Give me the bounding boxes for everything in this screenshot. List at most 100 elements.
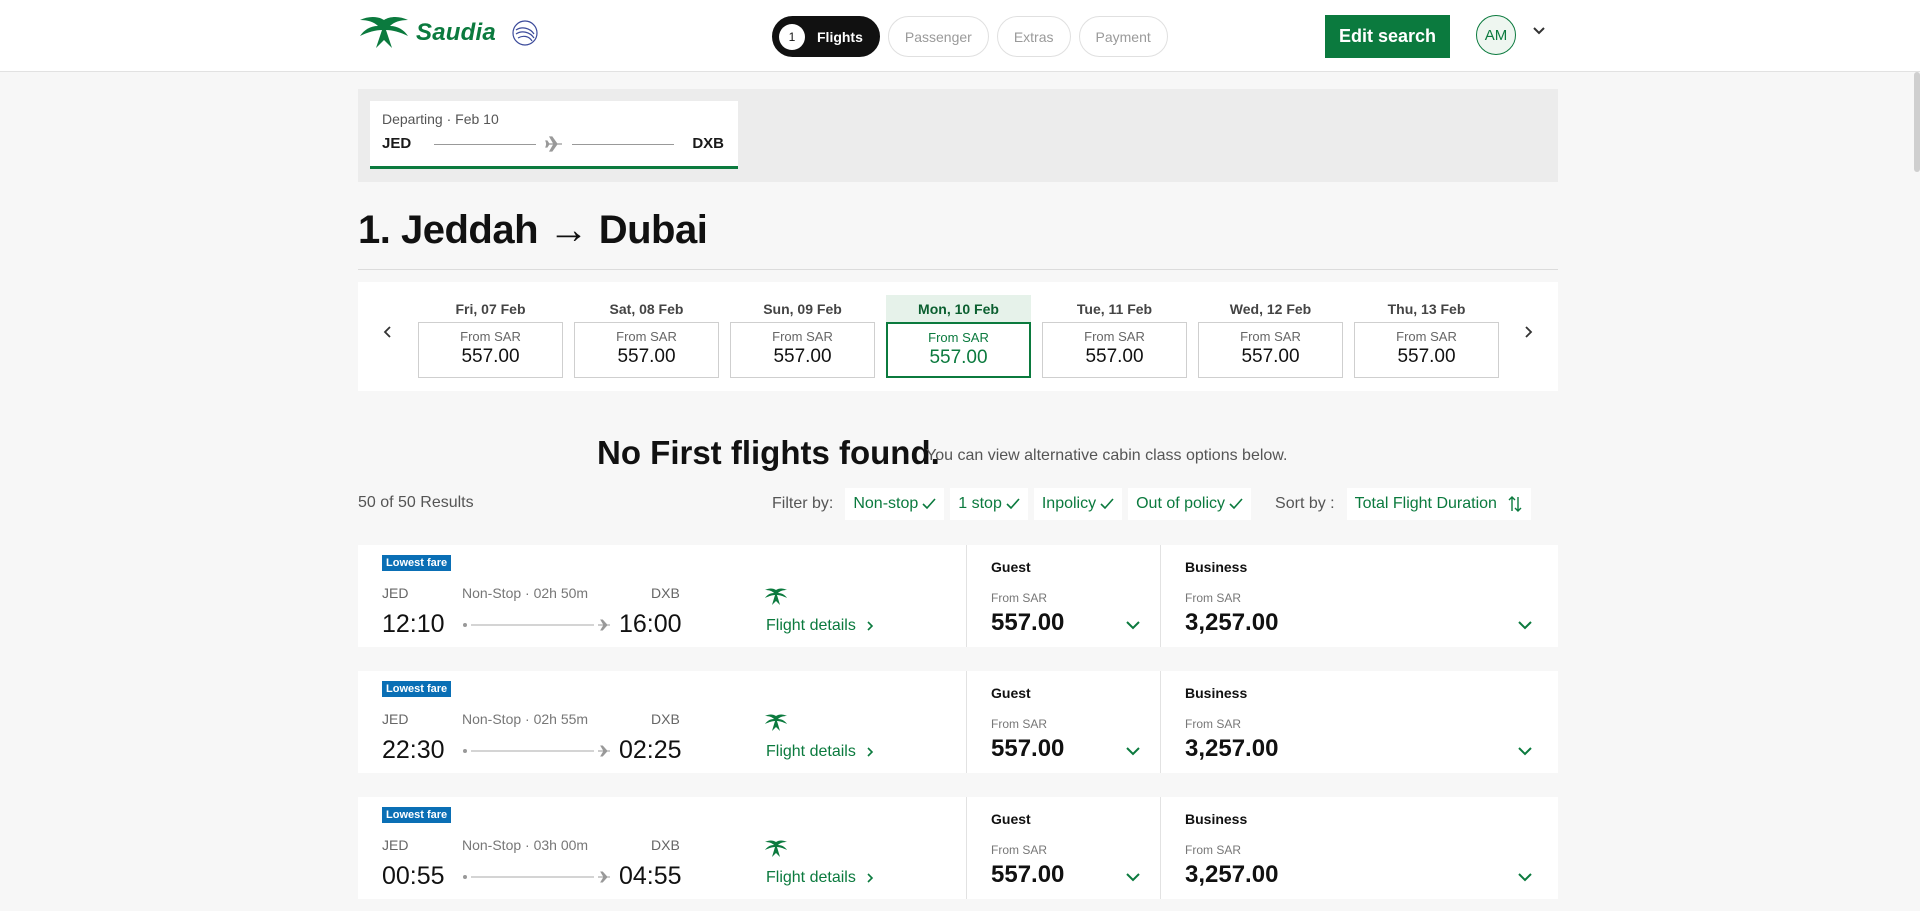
fare-option-business[interactable]: Business From SAR 3,257.00: [1160, 671, 1558, 773]
skyteam-icon: [512, 20, 538, 46]
chevron-down-icon[interactable]: [1125, 620, 1141, 630]
avatar[interactable]: AM: [1476, 15, 1516, 55]
departure-time: 00:55: [382, 862, 445, 890]
chevron-down-icon[interactable]: [1517, 746, 1533, 756]
fare-name: Business: [1185, 685, 1248, 701]
date-option[interactable]: Wed, 12 Feb From SAR 557.00: [1198, 295, 1343, 378]
date-fare-box[interactable]: From SAR 557.00: [886, 322, 1031, 378]
flight-card[interactable]: Lowest fare JED Non-Stop · 03h 00m DXB 0…: [358, 797, 1558, 899]
date-option-selected[interactable]: Mon, 10 Feb From SAR 557.00: [886, 295, 1031, 378]
chevron-down-icon[interactable]: [1532, 26, 1546, 36]
flight-details-link[interactable]: Flight details: [766, 869, 874, 887]
date-from-label: From SAR: [772, 329, 833, 344]
step-flights[interactable]: 1 Flights: [772, 16, 880, 57]
fare-option-guest[interactable]: Guest From SAR 557.00: [966, 671, 1160, 773]
flight-card[interactable]: Lowest fare JED Non-Stop · 02h 55m DXB 2…: [358, 671, 1558, 773]
step-payment[interactable]: Payment: [1078, 16, 1168, 57]
flight-path-icon: [463, 745, 610, 757]
chevron-down-icon[interactable]: [1517, 620, 1533, 630]
filter-chip-out-of-policy[interactable]: Out of policy: [1128, 488, 1252, 520]
no-results-heading: No First flights found.: [597, 434, 940, 471]
flight-details-link[interactable]: Flight details: [766, 617, 874, 635]
date-price: 557.00: [773, 346, 832, 367]
departure-code: JED: [382, 711, 409, 727]
date-from-label: From SAR: [928, 330, 989, 345]
chevron-right-icon: [867, 747, 873, 757]
fare-option-business[interactable]: Business From SAR 3,257.00: [1160, 545, 1558, 647]
fare-option-guest[interactable]: Guest From SAR 557.00: [966, 545, 1160, 647]
date-from-label: From SAR: [460, 329, 521, 344]
top-header: Saudia 1 Flights Passenger Extras Paymen…: [0, 0, 1920, 72]
flight-card[interactable]: Lowest fare JED Non-Stop · 02h 50m DXB 1…: [358, 545, 1558, 647]
fare-name: Guest: [991, 811, 1031, 827]
scrollbar[interactable]: [1914, 72, 1920, 172]
saudia-airline-icon: [765, 840, 787, 857]
fare-option-guest[interactable]: Guest From SAR 557.00: [966, 797, 1160, 899]
date-price: 557.00: [1397, 346, 1456, 367]
filter-chip-non-stop[interactable]: Non-stop: [845, 488, 945, 520]
fare-name: Business: [1185, 811, 1248, 827]
flight-details-label: Flight details: [766, 743, 856, 760]
date-fare-box[interactable]: From SAR 557.00: [1354, 322, 1499, 378]
checkmark-icon: [1229, 498, 1243, 510]
lowest-fare-badge: Lowest fare: [382, 807, 452, 823]
date-fare-box[interactable]: From SAR 557.00: [418, 322, 563, 378]
checkmark-icon: [1100, 498, 1114, 510]
step-passenger[interactable]: Passenger: [887, 16, 989, 57]
chevron-left-icon[interactable]: [378, 322, 398, 342]
filter-chip-1-stop[interactable]: 1 stop: [950, 488, 1028, 520]
sort-dropdown[interactable]: Total Flight Duration: [1346, 488, 1531, 520]
date-fare-box[interactable]: From SAR 557.00: [1198, 322, 1343, 378]
date-fare-box[interactable]: From SAR 557.00: [1042, 322, 1187, 378]
flight-details-label: Flight details: [766, 869, 856, 886]
edit-search-button[interactable]: Edit search: [1325, 15, 1450, 58]
route-origin: JED: [382, 135, 412, 152]
date-price: 557.00: [617, 346, 676, 367]
route-tab-departing[interactable]: Departing · Feb 10 JED DXB: [370, 101, 738, 169]
fare-from-label: From SAR: [1185, 843, 1242, 857]
chevron-down-icon[interactable]: [1125, 872, 1141, 882]
route-line: [572, 144, 674, 145]
departure-code: JED: [382, 837, 409, 853]
step-label: Extras: [1013, 28, 1054, 45]
date-from-label: From SAR: [1396, 329, 1457, 344]
saudia-airline-icon: [765, 588, 787, 605]
chevron-down-icon[interactable]: [1517, 872, 1533, 882]
date-option[interactable]: Sun, 09 Feb From SAR 557.00: [730, 295, 875, 378]
sort-value: Total Flight Duration: [1354, 495, 1497, 512]
date-option[interactable]: Tue, 11 Feb From SAR 557.00: [1042, 295, 1187, 378]
date-option[interactable]: Thu, 13 Feb From SAR 557.00: [1354, 295, 1499, 378]
flight-details-link[interactable]: Flight details: [766, 743, 874, 761]
flight-details-label: Flight details: [766, 617, 856, 634]
checkmark-icon: [922, 498, 936, 510]
chevron-right-icon: [867, 873, 873, 883]
fare-price: 557.00: [991, 609, 1065, 636]
filter-chip-inpolicy[interactable]: Inpolicy: [1033, 488, 1123, 520]
step-label: Passenger: [904, 28, 972, 45]
date-price: 557.00: [1085, 346, 1144, 367]
fare-option-business[interactable]: Business From SAR 3,257.00: [1160, 797, 1558, 899]
brand-name: Saudia: [416, 19, 496, 46]
date-from-label: From SAR: [1084, 329, 1145, 344]
fare-price: 3,257.00: [1185, 861, 1279, 888]
route-line: [434, 144, 536, 145]
date-day: Fri, 07 Feb: [455, 300, 526, 317]
chevron-right-icon[interactable]: [1518, 322, 1538, 342]
route-summary: Departing · Feb 10 JED DXB: [358, 89, 1558, 182]
arrival-time: 02:25: [619, 736, 682, 764]
lowest-fare-badge: Lowest fare: [382, 681, 452, 697]
saudia-logo[interactable]: Saudia: [358, 14, 540, 52]
fare-price: 3,257.00: [1185, 609, 1279, 636]
date-option[interactable]: Fri, 07 Feb From SAR 557.00: [418, 295, 563, 378]
airplane-icon: [545, 136, 562, 152]
stop-duration: Non-Stop · 03h 00m: [462, 837, 589, 853]
chevron-right-icon: [867, 621, 873, 631]
chevron-down-icon[interactable]: [1125, 746, 1141, 756]
date-option[interactable]: Sat, 08 Feb From SAR 557.00: [574, 295, 719, 378]
filter-chip-label: Out of policy: [1136, 495, 1226, 512]
date-fare-box[interactable]: From SAR 557.00: [574, 322, 719, 378]
palm-logo-icon: [360, 17, 408, 48]
date-fare-box[interactable]: From SAR 557.00: [730, 322, 875, 378]
fare-from-label: From SAR: [991, 591, 1048, 605]
step-extras[interactable]: Extras: [996, 16, 1071, 57]
